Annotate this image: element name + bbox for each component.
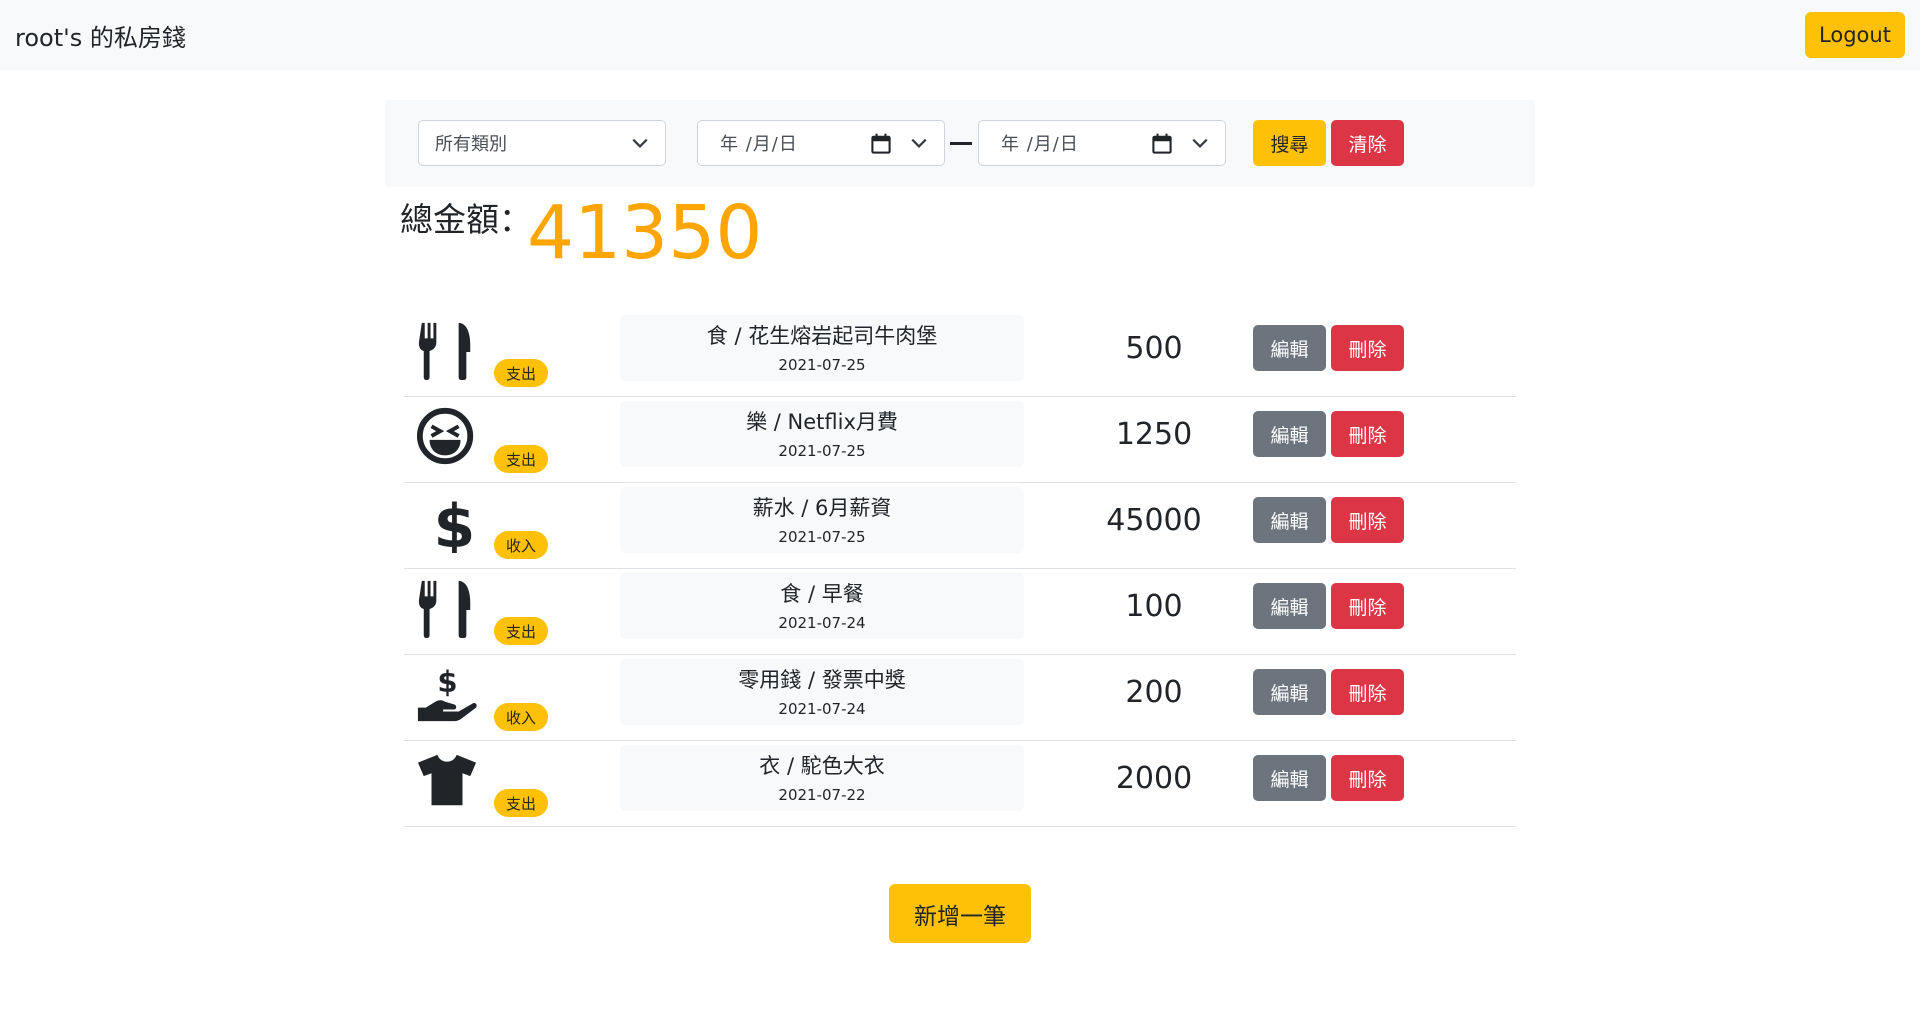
record-date: 2021-07-25 [778, 356, 866, 374]
type-badge: 支出 [494, 359, 548, 387]
edit-button[interactable]: 編輯 [1253, 755, 1326, 801]
filter-bar: 所有類別 年 /月/日 年 /月/日 搜尋 清除 [385, 100, 1535, 187]
record-info: 衣 / 駝色大衣 2021-07-22 [620, 745, 1024, 811]
type-badge: 支出 [494, 445, 548, 473]
record-title: 衣 / 駝色大衣 [759, 754, 885, 778]
record-date: 2021-07-24 [778, 700, 866, 718]
category-select[interactable]: 所有類別 [418, 120, 666, 166]
chevron-down-icon [632, 138, 648, 148]
list-item: 支出 食 / 花生熔岩起司牛肉堡 2021-07-25 500 編輯 刪除 [404, 311, 1516, 397]
total-value: 41350 [527, 190, 763, 276]
list-item: $ 收入 薪水 / 6月薪資 2021-07-25 45000 編輯 刪除 [404, 483, 1516, 569]
record-amount: 500 [1125, 331, 1183, 366]
utensils-icon [418, 580, 471, 639]
type-badge: 收入 [494, 531, 548, 559]
date-to-placeholder: 年 /月/日 [1001, 134, 1079, 155]
record-amount: 100 [1125, 589, 1183, 624]
list-item: 支出 食 / 早餐 2021-07-24 100 編輯 刪除 [404, 569, 1516, 655]
chevron-down-icon [911, 138, 927, 148]
date-to-input[interactable]: 年 /月/日 [978, 120, 1226, 166]
type-badge: 支出 [494, 617, 548, 645]
svg-text:$: $ [437, 665, 457, 699]
record-info: 食 / 早餐 2021-07-24 [620, 573, 1024, 639]
date-from-placeholder: 年 /月/日 [720, 134, 798, 155]
list-item: 支出 樂 / Netflix月費 2021-07-25 1250 編輯 刪除 [404, 397, 1516, 483]
delete-button[interactable]: 刪除 [1331, 325, 1404, 371]
record-info: 樂 / Netflix月費 2021-07-25 [620, 401, 1024, 467]
record-info: 食 / 花生熔岩起司牛肉堡 2021-07-25 [620, 315, 1024, 381]
total-label: 總金額： [400, 200, 532, 239]
edit-button[interactable]: 編輯 [1253, 411, 1326, 457]
tshirt-icon [417, 754, 477, 806]
type-badge: 收入 [494, 703, 548, 731]
clear-button[interactable]: 清除 [1331, 120, 1404, 166]
calendar-icon[interactable] [870, 133, 892, 155]
record-list: 支出 食 / 花生熔岩起司牛肉堡 2021-07-25 500 編輯 刪除 支出… [404, 311, 1516, 827]
laughing-face-icon [416, 407, 474, 465]
record-amount: 2000 [1115, 761, 1193, 796]
record-info: 零用錢 / 發票中獎 2021-07-24 [620, 659, 1024, 725]
list-item: 支出 衣 / 駝色大衣 2021-07-22 2000 編輯 刪除 [404, 741, 1516, 827]
type-badge: 支出 [494, 789, 548, 817]
search-button[interactable]: 搜尋 [1253, 120, 1326, 166]
record-date: 2021-07-25 [778, 442, 866, 460]
edit-button[interactable]: 編輯 [1253, 669, 1326, 715]
list-item: $ 收入 零用錢 / 發票中獎 2021-07-24 200 編輯 刪除 [404, 655, 1516, 741]
record-title: 食 / 花生熔岩起司牛肉堡 [706, 324, 938, 348]
record-date: 2021-07-22 [778, 786, 866, 804]
date-from-input[interactable]: 年 /月/日 [697, 120, 945, 166]
delete-button[interactable]: 刪除 [1331, 583, 1404, 629]
edit-button[interactable]: 編輯 [1253, 497, 1326, 543]
svg-text:$: $ [433, 492, 475, 553]
add-record-button[interactable]: 新增一筆 [889, 884, 1031, 943]
record-title: 零用錢 / 發票中獎 [738, 668, 906, 692]
chevron-down-icon [1192, 138, 1208, 148]
date-range-separator [950, 142, 972, 145]
record-date: 2021-07-24 [778, 614, 866, 632]
hand-holding-dollar-icon: $ [417, 665, 477, 722]
delete-button[interactable]: 刪除 [1331, 411, 1404, 457]
record-title: 薪水 / 6月薪資 [752, 496, 892, 520]
category-select-value: 所有類別 [435, 134, 507, 155]
edit-button[interactable]: 編輯 [1253, 325, 1326, 371]
logout-button[interactable]: Logout [1805, 12, 1905, 58]
calendar-icon[interactable] [1151, 133, 1173, 155]
utensils-icon [418, 322, 471, 381]
delete-button[interactable]: 刪除 [1331, 669, 1404, 715]
record-info: 薪水 / 6月薪資 2021-07-25 [620, 487, 1024, 553]
navbar: root's 的私房錢 Logout [0, 0, 1920, 70]
delete-button[interactable]: 刪除 [1331, 755, 1404, 801]
edit-button[interactable]: 編輯 [1253, 583, 1326, 629]
record-amount: 200 [1125, 675, 1183, 710]
record-title: 食 / 早餐 [780, 582, 864, 606]
dollar-sign-icon: $ [433, 492, 475, 553]
record-amount: 45000 [1106, 503, 1202, 538]
record-title: 樂 / Netflix月費 [746, 410, 898, 434]
brand-title[interactable]: root's 的私房錢 [15, 18, 186, 53]
record-date: 2021-07-25 [778, 528, 866, 546]
delete-button[interactable]: 刪除 [1331, 497, 1404, 543]
record-amount: 1250 [1115, 417, 1193, 452]
